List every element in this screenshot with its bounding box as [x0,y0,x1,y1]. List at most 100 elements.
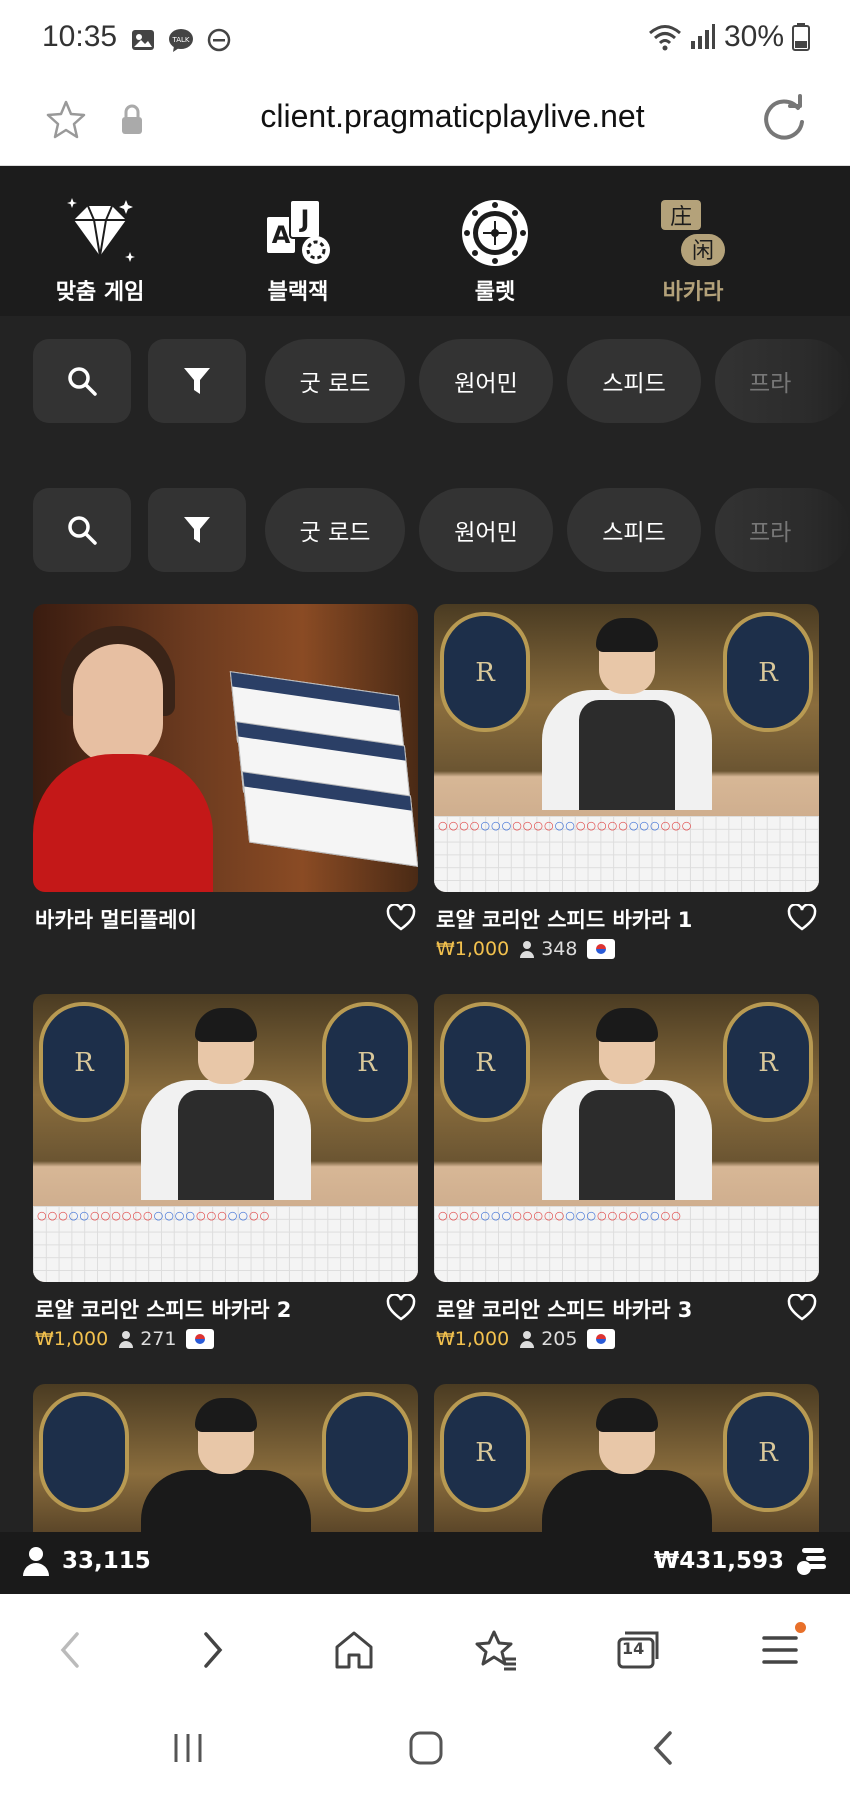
filter-pill-speed[interactable]: 스피드 [567,339,701,423]
search-icon [68,367,97,396]
bookmarks-button[interactable] [468,1622,524,1678]
search-button[interactable] [33,488,131,572]
svg-text:闲: 闲 [692,239,714,264]
search-icon [68,516,97,545]
category-baccarat[interactable]: 庄闲 바카라 [613,196,773,306]
filter-pill-more[interactable]: 프라 [715,488,850,572]
roadmap: ○○○○○○○○○○○○○○○○○○○○○○○ [434,1206,819,1282]
recent-apps-icon [174,1734,202,1762]
notification-dot [795,1622,806,1633]
home-button[interactable] [326,1622,382,1678]
game-card[interactable]: R R ○○○○○○○○○○○○○○○○○○○○○○○ 로얄 코리안 스피드 바… [434,994,819,1350]
svg-text:庄: 庄 [670,205,692,230]
player-count: 271 [140,1328,177,1350]
filter-icon [184,368,210,394]
svg-text:TALK: TALK [171,36,189,44]
game-card[interactable] [33,1384,418,1534]
chevron-right-icon [204,1632,223,1668]
address-text[interactable]: client.pragmaticplaylive.net [0,98,850,135]
filter-row-sticky: 굿 로드 원어민 스피드 프라 [0,488,850,572]
filter-button[interactable] [148,339,246,423]
back-nav-icon [653,1731,672,1765]
filter-pill-good-road[interactable]: 굿 로드 [265,339,405,423]
game-card[interactable]: 바카라 멀티플레이 [33,604,418,932]
game-title: 바카라 멀티플레이 [35,908,197,932]
home-nav-button[interactable] [401,1726,451,1770]
game-title: 로얄 코리안 스피드 바카라 3 [436,1298,693,1322]
favorite-heart-icon[interactable] [787,1294,817,1322]
balance: ₩431,593 [653,1548,784,1574]
korea-flag-icon [587,939,616,959]
category-nav: 맞춤 게임 AJ 블랙잭 룰렛 庄闲 바카라 [0,166,850,316]
player-icon [119,1331,134,1348]
recent-apps-button[interactable] [163,1726,213,1770]
filter-pill-native[interactable]: 원어민 [419,339,553,423]
favorite-heart-icon[interactable] [386,904,416,932]
filter-pill-good-road[interactable]: 굿 로드 [265,488,405,572]
menu-icon [762,1636,798,1664]
korea-flag-icon [587,1329,616,1349]
url-bar: client.pragmaticplaylive.net [0,80,850,166]
korea-flag-icon [186,1329,215,1349]
back-button[interactable] [42,1622,98,1678]
android-nav-bar [0,1702,850,1794]
player-icon [520,1331,535,1348]
diamond-icon [67,198,135,262]
svg-text:J: J [299,205,310,233]
online-players: 33,115 [62,1548,151,1574]
user-icon [23,1547,49,1576]
game-thumbnail[interactable]: R R [434,1384,819,1534]
signal-icon [690,24,715,49]
min-bet: ₩1,000 [436,1328,510,1350]
status-time: 10:35 [42,20,118,53]
tab-count: 14 [622,1639,645,1658]
game-thumbnail[interactable] [33,604,418,892]
category-custom-games[interactable]: 맞춤 게임 [20,196,180,306]
tabs-button[interactable]: 14 [610,1622,666,1678]
roulette-icon [462,200,528,266]
game-title: 로얄 코리안 스피드 바카라 1 [436,908,693,932]
game-card[interactable]: R R [434,1384,819,1534]
game-title: 로얄 코리안 스피드 바카라 2 [35,1298,292,1322]
filter-pill-native[interactable]: 원어민 [419,488,553,572]
game-thumbnail[interactable]: R R ○○○○○○○○○○○○○○○○○○○○○○○ [434,994,819,1282]
home-square-icon [409,1731,443,1765]
game-card[interactable]: R R ○○○○○○○○○○○○○○○○○○○○○○○○ 로얄 코리안 스피드 … [434,604,819,960]
stats-bar: 33,115 ₩431,593 [0,1532,850,1594]
game-thumbnail[interactable]: R R ○○○○○○○○○○○○○○○○○○○○○○○○ [434,604,819,892]
filter-pill-speed[interactable]: 스피드 [567,488,701,572]
baccarat-icon: 庄闲 [661,200,725,266]
battery-percent: 30% [723,20,784,53]
back-nav-button[interactable] [638,1726,688,1770]
chips-icon[interactable] [796,1546,828,1576]
favorite-heart-icon[interactable] [386,1294,416,1322]
menu-button[interactable] [752,1622,808,1678]
forward-button[interactable] [185,1622,241,1678]
talk-icon: TALK [169,29,193,52]
roadmap: ○○○○○○○○○○○○○○○○○○○○○○○○ [434,816,819,892]
home-icon [335,1631,373,1669]
chevron-left-icon [60,1632,79,1668]
game-thumbnail[interactable]: R R ○○○○○○○○○○○○○○○○○○○○○○ [33,994,418,1282]
search-button[interactable] [33,339,131,423]
filter-icon [184,517,210,543]
roadmap: ○○○○○○○○○○○○○○○○○○○○○○ [33,1206,418,1282]
player-count: 205 [541,1328,578,1350]
browser-toolbar: 14 [0,1594,850,1702]
filter-button[interactable] [148,488,246,572]
bookmarks-star-icon [475,1630,516,1671]
dnd-icon [207,28,231,52]
player-count: 348 [541,938,578,960]
player-icon [520,941,535,958]
game-card[interactable]: R R ○○○○○○○○○○○○○○○○○○○○○○ 로얄 코리안 스피드 바카… [33,994,418,1350]
battery-icon [792,23,810,51]
reload-icon[interactable] [758,94,810,146]
filter-row: 굿 로드 원어민 스피드 프라 [0,339,850,423]
favorite-heart-icon[interactable] [787,904,817,932]
filter-pill-more[interactable]: 프라 [715,339,850,423]
category-roulette[interactable]: 룰렛 [415,196,575,306]
min-bet: ₩1,000 [436,938,510,960]
category-blackjack[interactable]: AJ 블랙잭 [218,196,378,306]
status-bar: 10:35 TALK 30% [0,0,850,80]
game-thumbnail[interactable] [33,1384,418,1534]
